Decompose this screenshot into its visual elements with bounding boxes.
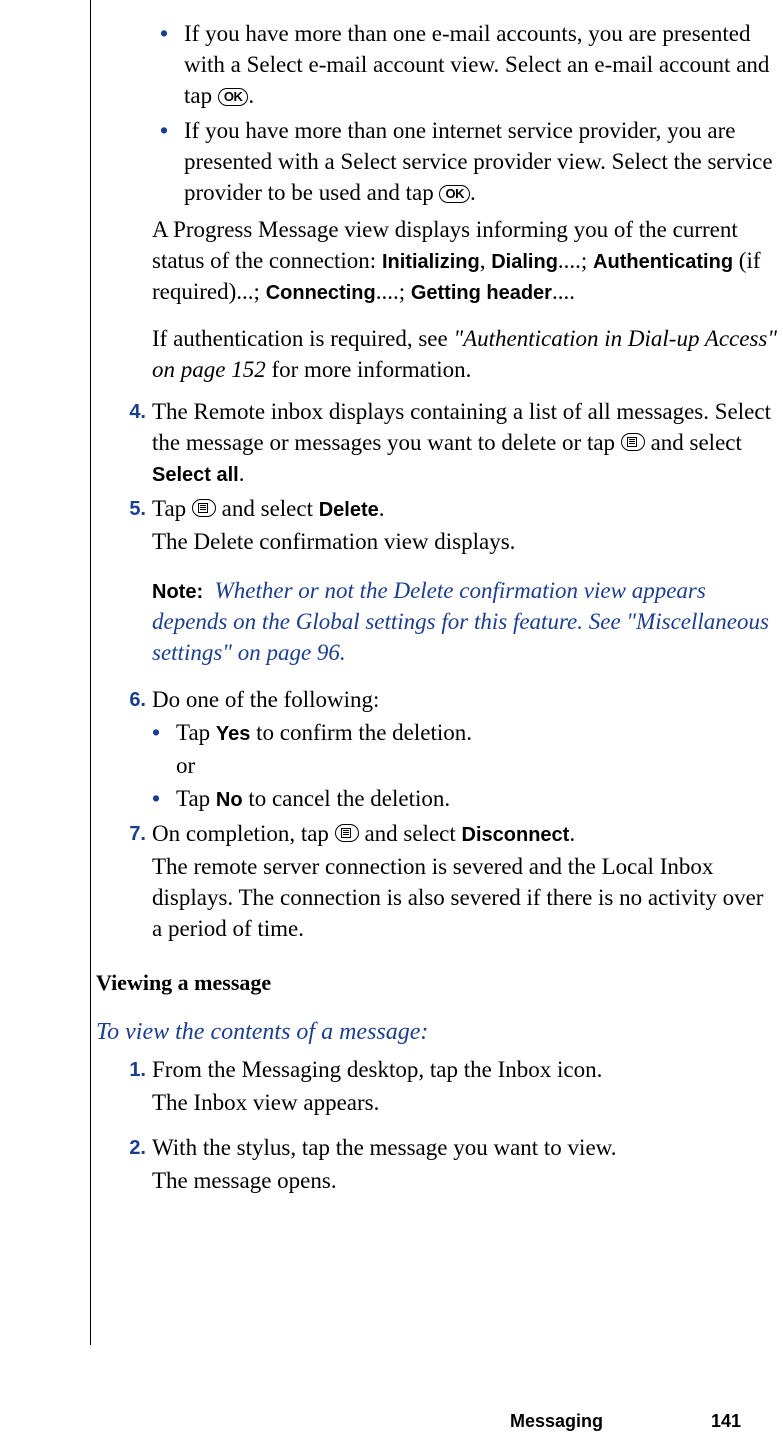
ui-term: No: [216, 789, 243, 811]
text: to cancel the deletion.: [243, 786, 451, 811]
text: .: [379, 496, 385, 521]
step-body: The Remote inbox displays containing a l…: [152, 396, 778, 489]
text: Tap: [176, 786, 216, 811]
step-body: Tap and select Delete. The Delete confir…: [152, 493, 778, 559]
page-content: • If you have more than one e-mail accou…: [118, 18, 778, 1199]
step-number: 5.: [118, 493, 152, 559]
text: ....;: [376, 279, 411, 304]
text: ....;: [558, 248, 593, 273]
menu-icon: [192, 499, 216, 517]
text: Tap: [176, 720, 216, 745]
text: and select: [216, 496, 319, 521]
bullet-dot-icon: •: [160, 18, 184, 111]
bullet-dot-icon: •: [160, 115, 184, 208]
text: .: [239, 461, 245, 486]
bullet-item: • Tap No to cancel the deletion.: [152, 783, 778, 814]
menu-icon: [335, 824, 359, 842]
step-item: 5. Tap and select Delete. The Delete con…: [118, 493, 778, 559]
note-label: Note:: [152, 581, 203, 603]
step-number: 7.: [118, 818, 152, 946]
text: for more information.: [266, 357, 472, 382]
step-body: On completion, tap and select Disconnect…: [152, 818, 778, 946]
bullet-text: Tap No to cancel the deletion.: [176, 783, 778, 814]
text: Tap: [152, 496, 192, 521]
ok-icon: OK: [218, 88, 249, 106]
text: ....: [552, 279, 575, 304]
ui-term: Connecting: [266, 282, 376, 304]
text: .: [470, 180, 476, 205]
text: If authentication is required, see: [152, 326, 453, 351]
text: ,: [480, 248, 492, 273]
bullet-item: • If you have more than one e-mail accou…: [160, 18, 778, 111]
ui-term: Yes: [216, 723, 250, 745]
footer-page-number: 141: [711, 1411, 741, 1432]
footer-chapter: Messaging: [510, 1411, 603, 1432]
step-number: 4.: [118, 396, 152, 489]
step-item: 1. From the Messaging desktop, tap the I…: [118, 1054, 778, 1120]
step-number: 6.: [118, 684, 152, 814]
bullet-dot-icon: •: [152, 783, 176, 814]
text: The Inbox view appears.: [152, 1087, 778, 1118]
text: On completion, tap: [152, 821, 335, 846]
ui-term: Dialing: [491, 251, 558, 273]
procedure-heading: To view the contents of a message:: [96, 1016, 778, 1048]
text: and select: [359, 821, 462, 846]
ui-term: Delete: [319, 499, 379, 521]
auth-paragraph: If authentication is required, see "Auth…: [152, 323, 778, 385]
ui-term: Select all: [152, 464, 239, 486]
text: With the stylus, tap the message you wan…: [152, 1132, 778, 1163]
step-item: 6. Do one of the following: • Tap Yes to…: [118, 684, 778, 814]
text: If you have more than one internet servi…: [184, 118, 773, 205]
bullet-dot-icon: •: [152, 717, 176, 783]
bullet-text: Tap Yes to confirm the deletion. or: [176, 717, 778, 783]
note-text: Whether or not the Delete confirmation v…: [152, 578, 769, 665]
note-block: Note: Whether or not the Delete confirma…: [152, 575, 778, 668]
text: The Delete confirmation view displays.: [152, 526, 778, 557]
text: .: [248, 83, 254, 108]
ui-term: Initializing: [382, 251, 480, 273]
ui-term: Disconnect: [462, 824, 570, 846]
step-body: From the Messaging desktop, tap the Inbo…: [152, 1054, 778, 1120]
ui-term: Authenticating: [593, 251, 733, 273]
step-body: With the stylus, tap the message you wan…: [152, 1132, 778, 1198]
text: If you have more than one e-mail account…: [184, 21, 769, 108]
text: The remote server connection is severed …: [152, 851, 778, 944]
menu-icon: [621, 433, 645, 451]
text: to confirm the deletion.: [250, 720, 472, 745]
section-heading: Viewing a message: [96, 968, 778, 998]
text: and select: [645, 430, 742, 455]
text: or: [176, 750, 778, 781]
bullet-text: If you have more than one internet servi…: [184, 115, 778, 208]
bullet-item: • Tap Yes to confirm the deletion. or: [152, 717, 778, 783]
ok-icon: OK: [439, 185, 470, 203]
ui-term: Getting header: [411, 282, 552, 304]
vertical-rule: [90, 0, 91, 1345]
text: .: [569, 821, 575, 846]
text: Do one of the following:: [152, 684, 778, 715]
progress-paragraph: A Progress Message view displays informi…: [152, 214, 778, 307]
step-body: Do one of the following: • Tap Yes to co…: [152, 684, 778, 814]
step-number: 1.: [118, 1054, 152, 1120]
step-item: 4. The Remote inbox displays containing …: [118, 396, 778, 489]
step-item: 2. With the stylus, tap the message you …: [118, 1132, 778, 1198]
step-number: 2.: [118, 1132, 152, 1198]
text: From the Messaging desktop, tap the Inbo…: [152, 1054, 778, 1085]
bullet-text: If you have more than one e-mail account…: [184, 18, 778, 111]
step-item: 7. On completion, tap and select Disconn…: [118, 818, 778, 946]
bullet-item: • If you have more than one internet ser…: [160, 115, 778, 208]
text: The message opens.: [152, 1165, 778, 1196]
